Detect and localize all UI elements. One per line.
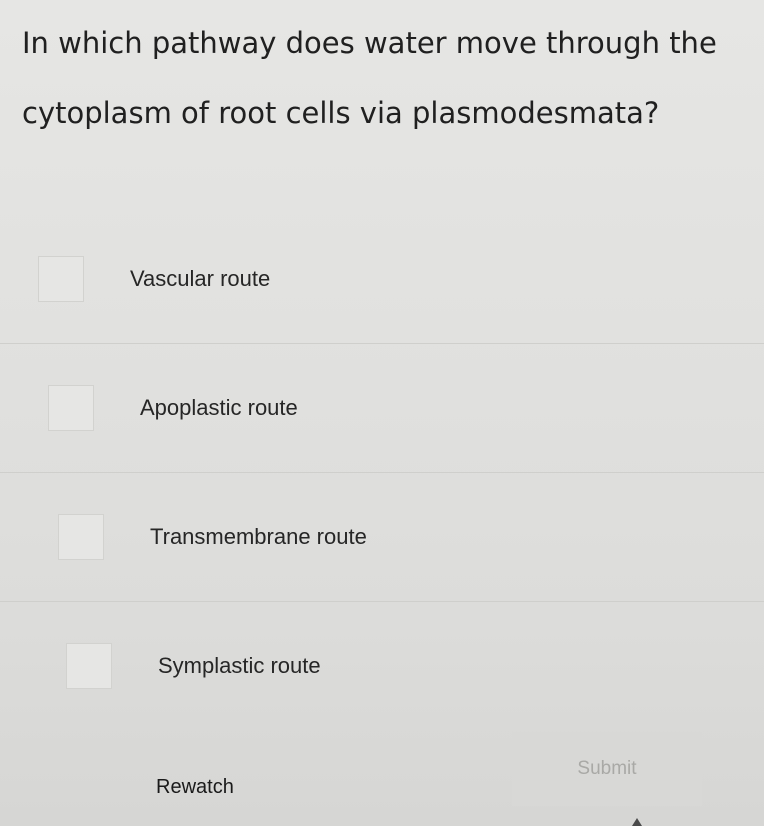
option-apoplastic-route[interactable]: Apoplastic route — [0, 344, 764, 473]
option-label: Vascular route — [130, 266, 271, 291]
question-text: In which pathway does water move through… — [22, 26, 717, 130]
option-vascular-route[interactable]: Vascular route — [0, 215, 764, 344]
option-symplastic-route[interactable]: Symplastic route — [0, 602, 764, 730]
option-label: Symplastic route — [158, 653, 321, 678]
option-checkbox[interactable] — [48, 385, 94, 431]
answer-options: Vascular route Apoplastic route Transmem… — [0, 215, 764, 730]
rewatch-link[interactable]: Rewatch — [156, 776, 234, 799]
footer-bar: Rewatch Submit — [0, 730, 764, 826]
option-label: Apoplastic route — [140, 395, 298, 420]
submit-button[interactable]: Submit — [512, 732, 702, 806]
option-label: Transmembrane route — [150, 524, 367, 549]
option-checkbox[interactable] — [38, 256, 84, 302]
option-checkbox[interactable] — [58, 514, 104, 560]
mouse-cursor-icon — [632, 818, 642, 826]
option-transmembrane-route[interactable]: Transmembrane route — [0, 473, 764, 602]
option-checkbox[interactable] — [66, 643, 112, 689]
